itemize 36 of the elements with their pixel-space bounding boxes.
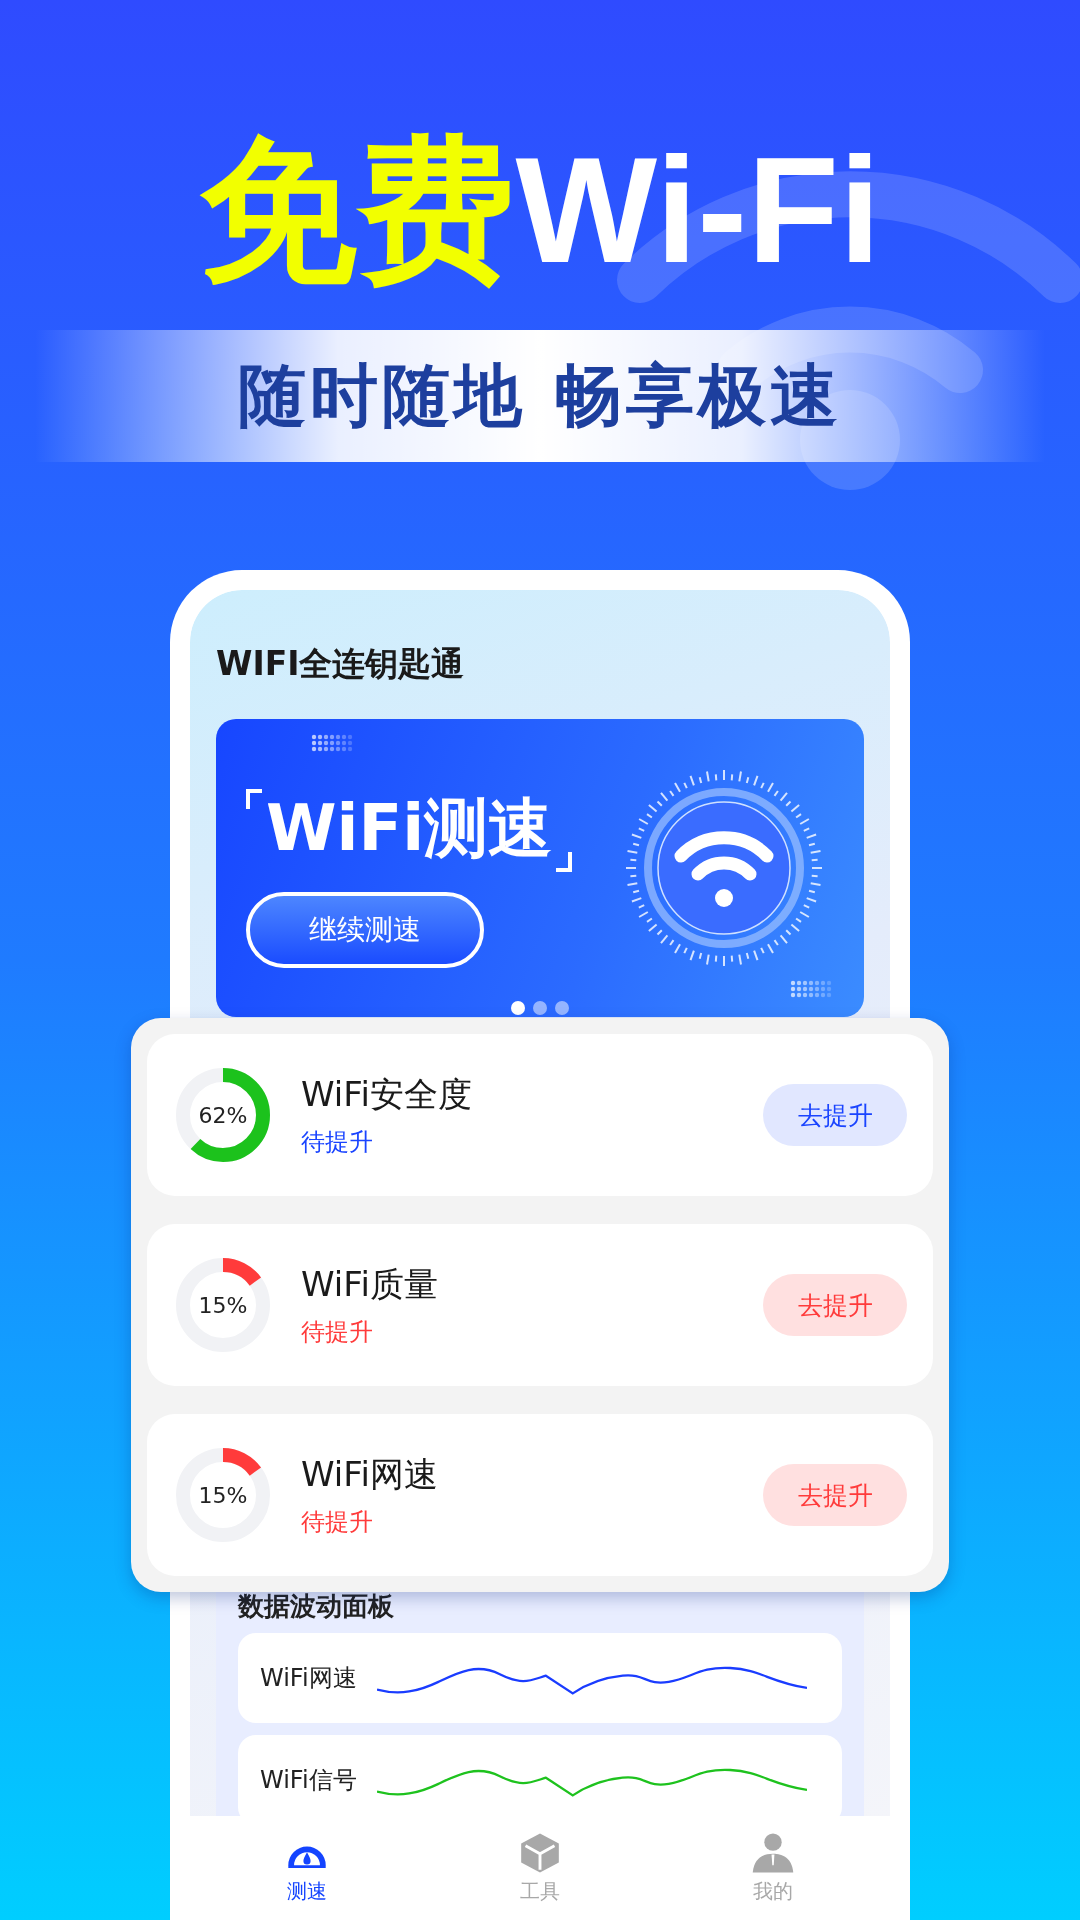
headline-text: Wi-Fi [515, 135, 881, 285]
nav-label: 工具 [520, 1877, 560, 1905]
nav-tab[interactable]: 工具 [480, 1831, 600, 1905]
continue-test-button[interactable]: 继续测速 [246, 891, 484, 968]
tagline: 随时随地 畅享极速 [238, 354, 842, 437]
dot-pattern-icon [311, 733, 355, 753]
bracket-mark [246, 788, 262, 809]
nav-label: 测速 [286, 1877, 327, 1905]
chart-label: WiFi网速 [260, 1663, 357, 1694]
improve-button[interactable]: 去提升 [763, 1084, 907, 1146]
nav-tab[interactable]: 测速 [246, 1831, 367, 1905]
panel-title: 数据波动面板 [238, 1591, 395, 1621]
metric-name: WiFi安全度 [301, 1073, 473, 1116]
percent-text: 15% [198, 1292, 248, 1318]
app-title: WIFI全连钥匙通 [216, 643, 466, 685]
improve-button[interactable]: 去提升 [763, 1274, 907, 1336]
improve-button[interactable]: 去提升 [763, 1464, 907, 1526]
bracket-mark [556, 851, 573, 872]
metric-name: WiFi网速 [301, 1453, 439, 1496]
percent-text: 15% [198, 1482, 248, 1508]
nav-label: 我的 [753, 1877, 794, 1905]
page-dot[interactable] [555, 1001, 569, 1015]
banner-title: WiFi测速 [265, 789, 554, 867]
metric-name: WiFi质量 [301, 1263, 439, 1306]
wifi-gauge-icon [624, 768, 824, 968]
chart-label: WiFi信号 [260, 1765, 357, 1796]
status-text: 待提升 [301, 1127, 374, 1158]
percent-text: 62% [198, 1102, 248, 1128]
status-text: 待提升 [301, 1317, 374, 1348]
headline-highlight: 免费 [199, 131, 516, 289]
promo-banner[interactable]: WiFi测速 继续测速 [216, 719, 864, 1017]
dot-pattern-icon [790, 979, 834, 999]
status-text: 待提升 [301, 1507, 374, 1538]
page-dot[interactable] [511, 1001, 525, 1015]
page-dot[interactable] [533, 1001, 547, 1015]
nav-tab[interactable]: 我的 [713, 1831, 834, 1905]
